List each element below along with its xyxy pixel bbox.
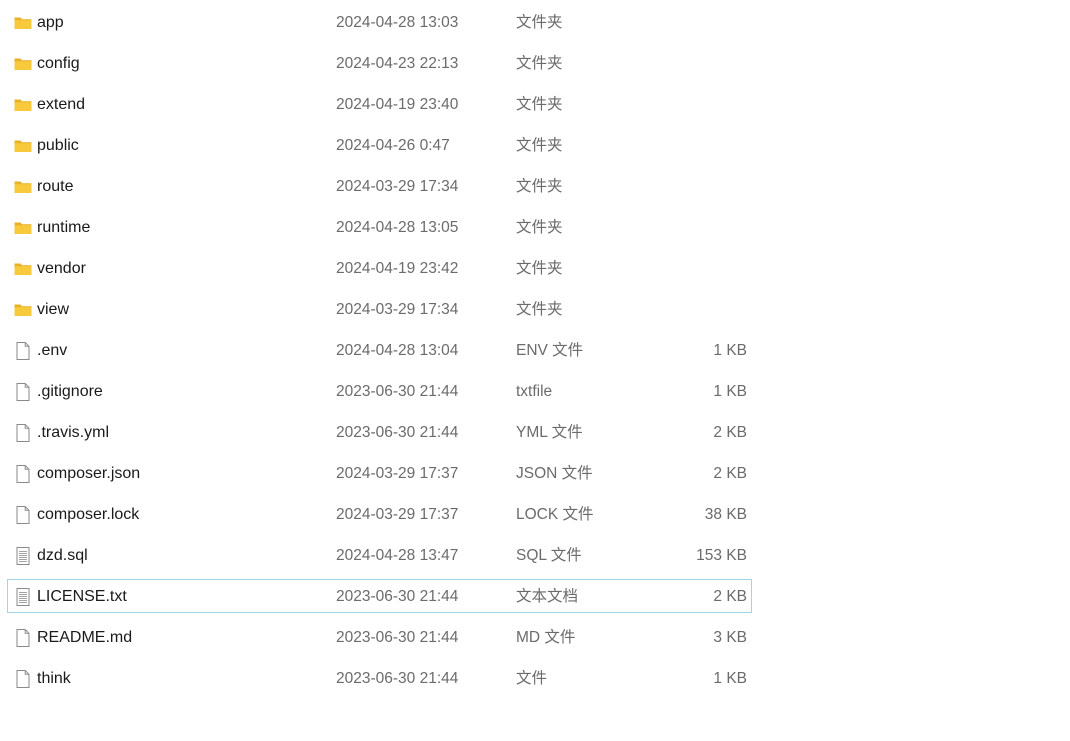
file-name: vendor xyxy=(37,260,86,277)
file-name: route xyxy=(37,178,74,195)
file-icon xyxy=(13,423,33,443)
file-modified-date: 2024-04-28 13:03 xyxy=(336,14,459,31)
file-type: 文件夹 xyxy=(516,137,563,154)
folder-icon xyxy=(13,95,33,115)
file-row-runtime[interactable]: runtime 2024-04-28 13:05 文件夹 xyxy=(7,210,752,244)
file-type: 文件夹 xyxy=(516,301,563,318)
folder-icon xyxy=(13,218,33,238)
file-type: 文本文档 xyxy=(516,588,579,605)
file-name: extend xyxy=(37,96,86,113)
file-type: 文件夹 xyxy=(516,14,563,31)
file-row-public[interactable]: public 2024-04-26 0:47 文件夹 xyxy=(7,128,752,162)
file-name: composer.lock xyxy=(37,506,140,523)
file-modified-date: 2023-06-30 21:44 xyxy=(336,424,459,441)
file-modified-date: 2023-06-30 21:44 xyxy=(336,629,459,646)
file-modified-date: 2024-04-26 0:47 xyxy=(336,137,450,154)
file-row-license-txt[interactable]: LICENSE.txt 2023-06-30 21:44 文本文档 2 KB xyxy=(7,579,752,613)
file-type: ENV 文件 xyxy=(516,342,584,359)
file-type: txtfile xyxy=(516,383,553,400)
file-size: 3 KB xyxy=(713,629,747,646)
file-type: 文件夹 xyxy=(516,55,563,72)
file-type: SQL 文件 xyxy=(516,547,582,564)
file-modified-date: 2024-04-23 22:13 xyxy=(336,55,459,72)
file-type: 文件夹 xyxy=(516,96,563,113)
file-size: 153 KB xyxy=(696,547,747,564)
file-icon xyxy=(13,669,33,689)
file-row-composer-json[interactable]: composer.json 2024-03-29 17:37 JSON 文件 2… xyxy=(7,456,752,490)
file-name: view xyxy=(37,301,70,318)
file-icon xyxy=(13,628,33,648)
folder-icon xyxy=(13,136,33,156)
file-icon xyxy=(13,341,33,361)
file-type: JSON 文件 xyxy=(516,465,593,482)
file-row-route[interactable]: route 2024-03-29 17:34 文件夹 xyxy=(7,169,752,203)
file-modified-date: 2024-04-28 13:05 xyxy=(336,219,459,236)
file-name: README.md xyxy=(37,629,133,646)
file-type: 文件夹 xyxy=(516,219,563,236)
file-modified-date: 2023-06-30 21:44 xyxy=(336,383,459,400)
file-row-view[interactable]: view 2024-03-29 17:34 文件夹 xyxy=(7,292,752,326)
file-size: 38 KB xyxy=(704,506,747,523)
file-icon xyxy=(13,464,33,484)
file-row-readme-md[interactable]: README.md 2023-06-30 21:44 MD 文件 3 KB xyxy=(7,620,752,654)
file-size: 1 KB xyxy=(713,342,747,359)
file-row-dzd-sql[interactable]: dzd.sql 2024-04-28 13:47 SQL 文件 153 KB xyxy=(7,538,752,572)
file-size: 2 KB xyxy=(713,588,747,605)
file-modified-date: 2024-03-29 17:34 xyxy=(336,301,459,318)
file-size: 1 KB xyxy=(713,670,747,687)
file-name: .gitignore xyxy=(37,383,103,400)
file-list: app 2024-04-28 13:03 文件夹 config 2024-04-… xyxy=(0,0,1070,741)
file-name: app xyxy=(37,14,64,31)
file-size: 1 KB xyxy=(713,383,747,400)
file-modified-date: 2024-03-29 17:37 xyxy=(336,465,459,482)
file-modified-date: 2023-06-30 21:44 xyxy=(336,588,459,605)
file-name: think xyxy=(37,670,71,687)
file-modified-date: 2023-06-30 21:44 xyxy=(336,670,459,687)
file-row-config[interactable]: config 2024-04-23 22:13 文件夹 xyxy=(7,46,752,80)
file-modified-date: 2024-03-29 17:37 xyxy=(336,506,459,523)
file-row-env[interactable]: .env 2024-04-28 13:04 ENV 文件 1 KB xyxy=(7,333,752,367)
file-size: 2 KB xyxy=(713,465,747,482)
file-name: config xyxy=(37,55,80,72)
file-row-app[interactable]: app 2024-04-28 13:03 文件夹 xyxy=(7,5,752,39)
file-type: 文件 xyxy=(516,670,548,687)
folder-icon xyxy=(13,54,33,74)
folder-icon xyxy=(13,259,33,279)
file-type: LOCK 文件 xyxy=(516,506,594,523)
folder-icon xyxy=(13,300,33,320)
folder-icon xyxy=(13,13,33,33)
file-name: public xyxy=(37,137,79,154)
file-row-gitignore[interactable]: .gitignore 2023-06-30 21:44 txtfile 1 KB xyxy=(7,374,752,408)
file-row-vendor[interactable]: vendor 2024-04-19 23:42 文件夹 xyxy=(7,251,752,285)
file-row-think[interactable]: think 2023-06-30 21:44 文件 1 KB xyxy=(7,661,752,695)
folder-icon xyxy=(13,177,33,197)
file-row-travis-yml[interactable]: .travis.yml 2023-06-30 21:44 YML 文件 2 KB xyxy=(7,415,752,449)
file-name: runtime xyxy=(37,219,91,236)
file-name: .env xyxy=(37,342,68,359)
file-modified-date: 2024-04-28 13:04 xyxy=(336,342,459,359)
file-type: YML 文件 xyxy=(516,424,583,441)
file-type: 文件夹 xyxy=(516,260,563,277)
text-document-icon xyxy=(13,587,33,607)
file-row-composer-lock[interactable]: composer.lock 2024-03-29 17:37 LOCK 文件 3… xyxy=(7,497,752,531)
file-row-extend[interactable]: extend 2024-04-19 23:40 文件夹 xyxy=(7,87,752,121)
file-modified-date: 2024-04-19 23:40 xyxy=(336,96,459,113)
file-name: composer.json xyxy=(37,465,141,482)
file-type: 文件夹 xyxy=(516,178,563,195)
file-modified-date: 2024-04-19 23:42 xyxy=(336,260,459,277)
file-name: LICENSE.txt xyxy=(37,588,127,605)
file-icon xyxy=(13,382,33,402)
text-document-icon xyxy=(13,546,33,566)
file-type: MD 文件 xyxy=(516,629,576,646)
file-name: dzd.sql xyxy=(37,547,88,564)
file-size: 2 KB xyxy=(713,424,747,441)
file-modified-date: 2024-04-28 13:47 xyxy=(336,547,459,564)
file-modified-date: 2024-03-29 17:34 xyxy=(336,178,459,195)
file-icon xyxy=(13,505,33,525)
file-name: .travis.yml xyxy=(37,424,109,441)
